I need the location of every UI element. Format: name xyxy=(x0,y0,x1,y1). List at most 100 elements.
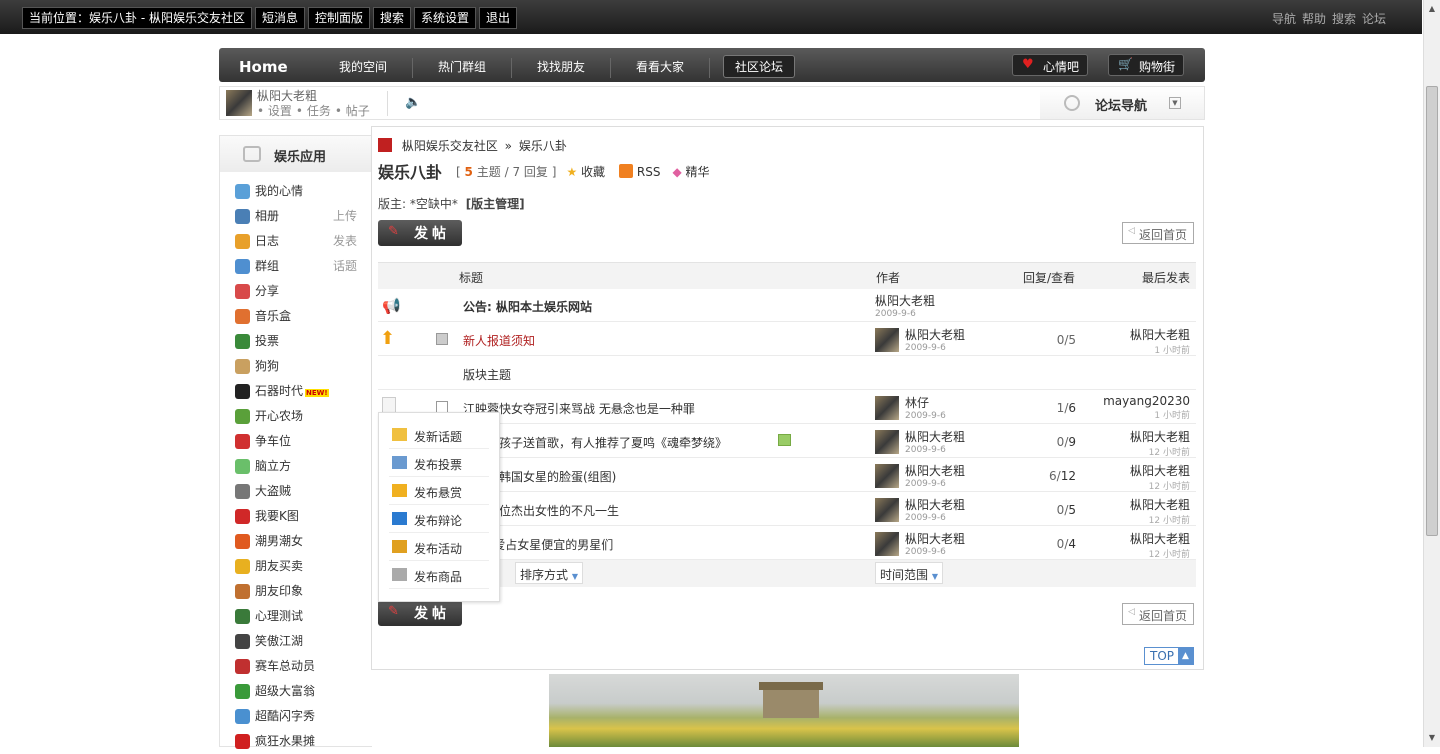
sidebar-item[interactable]: 赛车总动员 xyxy=(220,654,372,679)
author-avatar[interactable] xyxy=(875,328,899,352)
settings-link[interactable]: • 设置 xyxy=(257,102,292,119)
topic-row[interactable]: 戏”最爱占女星便宜的男星们 枞阳大老粗 2009-9-6 0/4 枞阳大老粗 12 小时前 xyxy=(378,526,1196,560)
sidebar-item[interactable]: 我的心情 xyxy=(220,179,372,204)
nav-find-friends[interactable]: 找找朋友 xyxy=(512,58,611,78)
author-avatar[interactable] xyxy=(875,464,899,488)
sidebar-item[interactable]: 我要K图 xyxy=(220,504,372,529)
announcement-author[interactable]: 枞阳大老粗 xyxy=(875,292,935,309)
control-panel-button[interactable]: 控制面版 xyxy=(307,7,370,29)
topic-row[interactable]: 江映蓉快女夺冠引来骂战 无悬念也是一种罪 林仔 2009-9-6 1/6 mayang2… xyxy=(378,390,1196,424)
sticky-row[interactable]: ⬆ 新人报道须知 枞阳大老粗 2009-9-6 0/5 枞阳大老粗 1 小时前 xyxy=(378,322,1196,356)
search-link[interactable]: 搜索 xyxy=(1332,10,1356,27)
sidebar-item[interactable]: 笑傲江湖 xyxy=(220,629,372,654)
announcement-row[interactable]: 📢 公告: 枞阳本土娱乐网站 枞阳大老粗 2009-9-6 xyxy=(378,288,1196,322)
sidebar-item[interactable]: 心理测试 xyxy=(220,604,372,629)
post-menu-item[interactable]: 发布悬赏 xyxy=(389,477,489,505)
post-menu-item[interactable]: 发布活动 xyxy=(389,533,489,561)
breadcrumb-root[interactable]: 枞阳娱乐交友社区 xyxy=(402,139,498,153)
post-menu-item[interactable]: 发新话题 xyxy=(389,421,489,449)
sidebar-item[interactable]: 分享 xyxy=(220,279,372,304)
scroll-down-icon[interactable]: ▼ xyxy=(1427,733,1437,743)
author-avatar[interactable] xyxy=(875,532,899,556)
sidebar-item[interactable]: 超级大富翁 xyxy=(220,679,372,704)
last-post-author[interactable]: 枞阳大老粗 xyxy=(1130,428,1190,445)
post-menu-item[interactable]: 发布商品 xyxy=(389,561,489,589)
scroll-thumb[interactable] xyxy=(1426,86,1438,536)
topic-title[interactable]: 欢的女孩子送首歌，有人推荐了夏鸣《魂牵梦绕》 xyxy=(463,434,727,451)
topic-checkbox[interactable] xyxy=(436,333,448,345)
settings-button[interactable]: 系统设置 xyxy=(414,7,477,29)
moderator-manage-link[interactable]: [版主管理] xyxy=(466,197,525,211)
favorite-link[interactable]: ★ 收藏 xyxy=(566,163,605,180)
mood-button[interactable]: ♥ 心情吧 xyxy=(1012,54,1089,76)
sidebar-item[interactable]: 开心农场 xyxy=(220,404,372,429)
author-avatar[interactable] xyxy=(875,430,899,454)
topic-author[interactable]: 枞阳大老粗 xyxy=(905,496,995,513)
topic-row[interactable]: 欢的女孩子送首歌，有人推荐了夏鸣《魂牵梦绕》 枞阳大老粗 2009-9-6 0/9 枞阳… xyxy=(378,424,1196,458)
sidebar-item[interactable]: 狗狗 xyxy=(220,354,372,379)
topic-row[interactable]: 撼的十位杰出女性的不凡一生 枞阳大老粗 2009-9-6 0/5 枞阳大老粗 12 小时前 xyxy=(378,492,1196,526)
nav-forum[interactable]: 社区论坛 xyxy=(723,55,795,78)
post-menu-item[interactable]: 发布投票 xyxy=(389,449,489,477)
messages-button[interactable]: 短消息 xyxy=(254,7,305,29)
speaker-icon[interactable]: 🔈 xyxy=(405,95,421,110)
user-avatar[interactable] xyxy=(226,90,252,116)
topic-row[interactable]: 离观察韩国女星的脸蛋(组图) 枞阳大老粗 2009-9-6 6/12 枞阳大老粗 12 小… xyxy=(378,458,1196,492)
author-avatar[interactable] xyxy=(875,498,899,522)
nav-hot-groups[interactable]: 热门群组 xyxy=(413,58,512,78)
sidebar-item[interactable]: 脑立方 xyxy=(220,454,372,479)
sidebar-item[interactable]: 群组 话题 xyxy=(220,254,372,279)
sidebar-item[interactable]: 朋友买卖 xyxy=(220,554,372,579)
nav-link[interactable]: 导航 xyxy=(1272,10,1296,27)
forum-link[interactable]: 论坛 xyxy=(1362,10,1386,27)
breadcrumb-current[interactable]: 娱乐八卦 xyxy=(519,139,567,153)
nav-my-space[interactable]: 我的空间 xyxy=(314,58,413,78)
sidebar-item[interactable]: 音乐盒 xyxy=(220,304,372,329)
sidebar-item[interactable]: 投票 xyxy=(220,329,372,354)
vertical-scrollbar[interactable]: ▲ ▼ xyxy=(1423,0,1440,747)
forum-nav-dropdown[interactable]: 论坛导航 ▼ xyxy=(1040,87,1204,119)
sticky-title[interactable]: 新人报道须知 xyxy=(463,332,535,349)
topic-author[interactable]: 枞阳大老粗 xyxy=(905,462,995,479)
help-link[interactable]: 帮助 xyxy=(1302,10,1326,27)
tasks-link[interactable]: • 任务 xyxy=(296,102,331,119)
sidebar-item[interactable]: 相册 上传 xyxy=(220,204,372,229)
last-post-author[interactable]: 枞阳大老粗 xyxy=(1130,462,1190,479)
author-avatar[interactable] xyxy=(875,396,899,420)
sidebar-item-action[interactable]: 上传 xyxy=(333,204,357,229)
scroll-up-icon[interactable]: ▲ xyxy=(1427,4,1437,14)
new-post-button-bottom[interactable]: ✎ 发帖 xyxy=(378,600,462,626)
sidebar-item[interactable]: 大盗贼 xyxy=(220,479,372,504)
shop-button[interactable]: 🛒 购物街 xyxy=(1108,54,1185,76)
rss-link[interactable]: RSS xyxy=(619,163,660,179)
topic-author[interactable]: 林仔 xyxy=(905,394,995,411)
sidebar-item-action[interactable]: 话题 xyxy=(333,254,357,279)
nav-see-everyone[interactable]: 看看大家 xyxy=(611,58,710,78)
sidebar-item[interactable]: 超酷闪字秀 xyxy=(220,704,372,729)
sticky-author[interactable]: 枞阳大老粗 xyxy=(905,326,995,343)
logout-button[interactable]: 退出 xyxy=(479,7,518,29)
last-post-author[interactable]: 枞阳大老粗 xyxy=(1130,496,1190,513)
last-post-author[interactable]: mayang20230 xyxy=(1103,394,1190,408)
sidebar-item[interactable]: 石器时代 NEW! xyxy=(220,379,372,404)
back-home-button[interactable]: ◁ 返回首页 xyxy=(1122,222,1194,244)
topic-author[interactable]: 枞阳大老粗 xyxy=(905,428,995,445)
topic-author[interactable]: 枞阳大老粗 xyxy=(905,530,995,547)
sidebar-item[interactable]: 日志 发表 xyxy=(220,229,372,254)
home-link[interactable]: Home xyxy=(239,58,288,76)
sidebar-item-action[interactable]: 发表 xyxy=(333,229,357,254)
top-button[interactable]: TOP ▲ xyxy=(1144,647,1194,665)
post-menu-item[interactable]: 发布辩论 xyxy=(389,505,489,533)
digest-link[interactable]: ◆ 精华 xyxy=(672,163,709,180)
sidebar-item[interactable]: 疯狂水果摊 xyxy=(220,729,372,754)
search-button[interactable]: 搜索 xyxy=(373,7,412,29)
new-post-button[interactable]: ✎ 发帖 xyxy=(378,220,462,246)
sidebar-item[interactable]: 朋友印象 xyxy=(220,579,372,604)
announcement-title[interactable]: 公告: 枞阳本土娱乐网站 xyxy=(463,298,592,315)
sidebar-item[interactable]: 争车位 xyxy=(220,429,372,454)
home-icon[interactable] xyxy=(378,138,392,152)
sidebar-item[interactable]: 潮男潮女 xyxy=(220,529,372,554)
last-post-author[interactable]: 枞阳大老粗 xyxy=(1130,530,1190,547)
sort-select[interactable]: 排序方式 ▼ xyxy=(515,562,583,584)
posts-link[interactable]: • 帖子 xyxy=(335,102,370,119)
